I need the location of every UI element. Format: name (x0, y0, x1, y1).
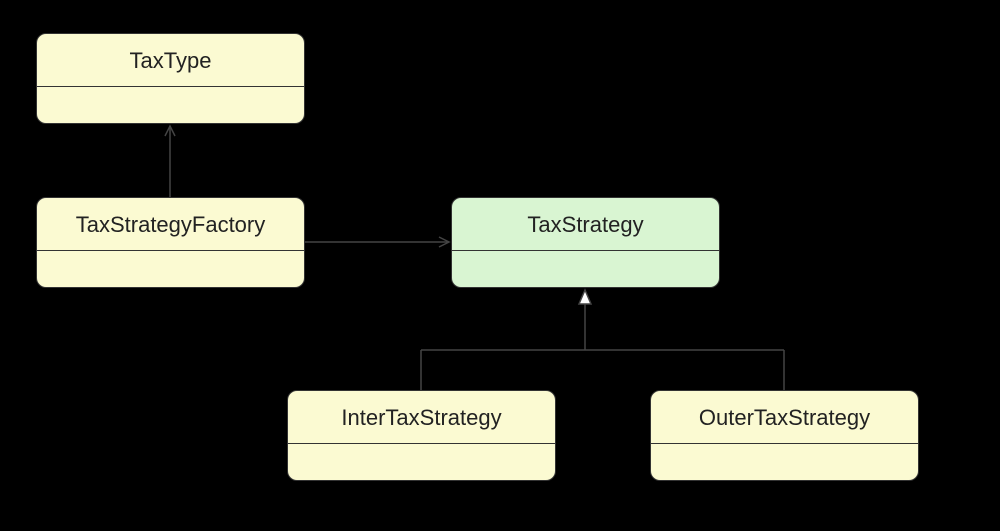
class-body (37, 251, 304, 288)
class-inter-tax-strategy[interactable]: InterTaxStrategy (287, 390, 556, 481)
class-outer-tax-strategy[interactable]: OuterTaxStrategy (650, 390, 919, 481)
class-tax-strategy[interactable]: TaxStrategy (451, 197, 720, 288)
class-tax-type[interactable]: TaxType (36, 33, 305, 124)
class-body (37, 87, 304, 124)
class-name-label: TaxStrategy (452, 198, 719, 251)
class-name-label: TaxType (37, 34, 304, 87)
class-name-label: TaxStrategyFactory (37, 198, 304, 251)
class-body (452, 251, 719, 288)
class-name-label: InterTaxStrategy (288, 391, 555, 444)
class-name-label: OuterTaxStrategy (651, 391, 918, 444)
class-tax-strategy-factory[interactable]: TaxStrategyFactory (36, 197, 305, 288)
class-body (651, 444, 918, 481)
class-body (288, 444, 555, 481)
